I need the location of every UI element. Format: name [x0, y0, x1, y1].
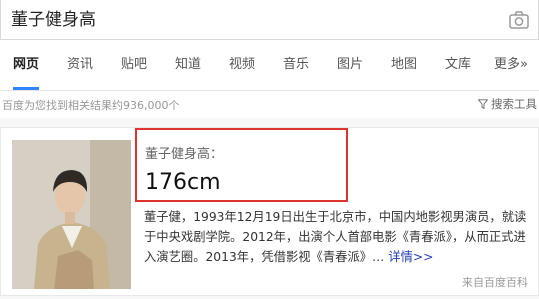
answer-value: 176cm	[145, 170, 221, 195]
source-label[interactable]: 来自百度百科	[462, 274, 528, 290]
results-stats-bar: 百度为您找到相关结果约936,000个 搜索工具	[0, 90, 539, 118]
tab-map[interactable]: 地图	[391, 40, 417, 90]
tab-music[interactable]: 音乐	[283, 40, 309, 90]
result-count: 百度为您找到相关结果约936,000个	[2, 99, 180, 112]
search-tools-button[interactable]: 搜索工具	[478, 96, 537, 112]
search-bar	[0, 0, 539, 40]
tab-more[interactable]: 更多»	[494, 40, 528, 90]
person-illustration	[12, 140, 131, 289]
search-tabs: 网页 资讯 贴吧 知道 视频 音乐 图片 地图 文库 更多»	[0, 40, 539, 90]
camera-icon[interactable]	[508, 10, 530, 30]
answer-label: 董子健身高：	[145, 147, 224, 162]
tab-news[interactable]: 资讯	[67, 40, 93, 90]
answer-highlight-box: 董子健身高： 176cm	[135, 128, 348, 202]
tab-tieba[interactable]: 贴吧	[121, 40, 147, 90]
tab-video[interactable]: 视频	[229, 40, 255, 90]
answer-description: 董子健，1993年12月19日出生于北京市，中国内地影视男演员，就读于中央戏剧学…	[144, 207, 532, 267]
filter-icon	[478, 99, 488, 109]
tab-images[interactable]: 图片	[337, 40, 363, 90]
search-tools-label: 搜索工具	[491, 97, 537, 111]
answer-card: 董子健身高： 176cm 董子健，1993年12月19日出生于北京市，中国内地影…	[0, 127, 539, 296]
tab-zhidao[interactable]: 知道	[175, 40, 201, 90]
person-photo[interactable]	[12, 140, 131, 289]
search-input[interactable]	[11, 8, 491, 32]
details-link[interactable]: 详情>>	[388, 250, 433, 264]
tab-wenku[interactable]: 文库	[445, 40, 471, 90]
tab-web[interactable]: 网页	[13, 40, 40, 90]
description-text: 董子健，1993年12月19日出生于北京市，中国内地影视男演员，就读于中央戏剧学…	[144, 210, 527, 264]
